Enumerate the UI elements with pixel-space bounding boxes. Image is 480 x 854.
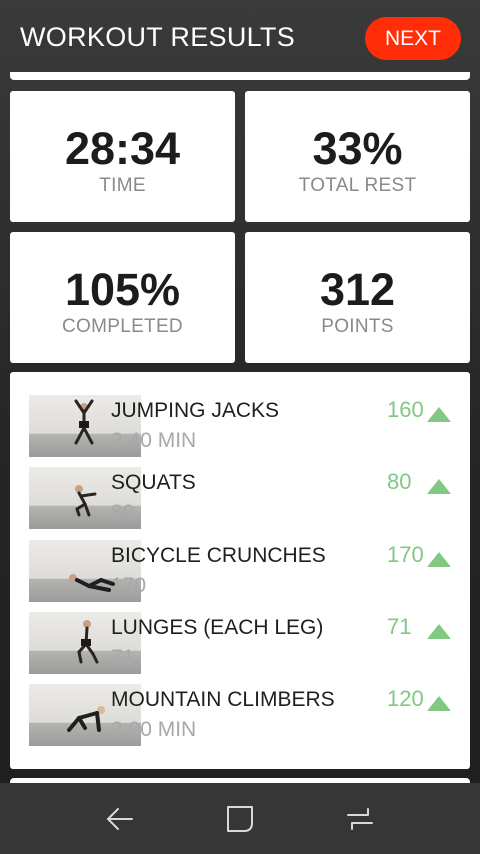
exercise-row-mountain-climbers[interactable]: MOUNTAIN CLIMBERS 2:00 MIN 120 <box>10 684 470 748</box>
exercise-row-lunges[interactable]: LUNGES (EACH LEG) 71 71 <box>10 612 470 676</box>
app-header: WORKOUT RESULTS NEXT <box>0 0 480 76</box>
exercise-row-bicycle-crunches[interactable]: BICYCLE CRUNCHES 170 170 <box>10 540 470 604</box>
exercise-row-squats[interactable]: SQUATS 80 80 <box>10 467 470 531</box>
expand-arrow-icon[interactable] <box>427 479 451 494</box>
exercise-list-card: JUMPING JACKS 2:40 MIN 160 SQUATS 80 80 <box>10 372 470 769</box>
exercise-points: 80 <box>387 469 412 494</box>
stat-label: COMPLETED <box>62 316 183 337</box>
system-nav-bar <box>0 783 480 854</box>
stat-label: TIME <box>99 175 146 196</box>
stat-card-time: 28:34 TIME <box>10 91 235 222</box>
stat-value: 105% <box>64 264 181 315</box>
exercise-name: LUNGES (EACH LEG) <box>111 616 324 639</box>
exercise-points: 160 <box>387 397 424 422</box>
exercise-detail: 80 <box>111 501 135 524</box>
stat-card-completed: 105% COMPLETED <box>10 232 235 363</box>
previous-card-edge <box>10 72 470 80</box>
exercise-name: JUMPING JACKS <box>111 399 280 422</box>
exercise-name: MOUNTAIN CLIMBERS <box>111 688 335 711</box>
exercise-name: BICYCLE CRUNCHES <box>111 544 326 567</box>
next-button[interactable]: NEXT <box>365 17 461 60</box>
exercise-points: 71 <box>387 614 412 639</box>
exercise-name: SQUATS <box>111 471 196 494</box>
stat-label: POINTS <box>321 316 394 337</box>
stat-value: 33% <box>312 123 403 174</box>
expand-arrow-icon[interactable] <box>427 552 451 567</box>
home-icon[interactable] <box>220 799 260 839</box>
stat-card-points: 312 POINTS <box>245 232 470 363</box>
expand-arrow-icon[interactable] <box>427 696 451 711</box>
exercise-row-jumping-jacks[interactable]: JUMPING JACKS 2:40 MIN 160 <box>10 395 470 459</box>
stat-value: 312 <box>319 264 396 315</box>
exercise-points: 120 <box>387 686 424 711</box>
exercise-detail: 2:40 MIN <box>111 429 197 452</box>
stat-card-total-rest: 33% TOTAL REST <box>245 91 470 222</box>
expand-arrow-icon[interactable] <box>427 624 451 639</box>
recents-icon[interactable] <box>340 799 380 839</box>
exercise-points: 170 <box>387 542 424 567</box>
exercise-detail: 2:00 MIN <box>111 718 197 741</box>
stat-label: TOTAL REST <box>298 175 417 196</box>
page-title: WORKOUT RESULTS <box>20 22 296 52</box>
exercise-detail: 71 <box>111 646 135 669</box>
back-icon[interactable] <box>100 799 140 839</box>
expand-arrow-icon[interactable] <box>427 407 451 422</box>
exercise-detail: 170 <box>111 574 147 597</box>
stat-value: 28:34 <box>64 123 181 174</box>
